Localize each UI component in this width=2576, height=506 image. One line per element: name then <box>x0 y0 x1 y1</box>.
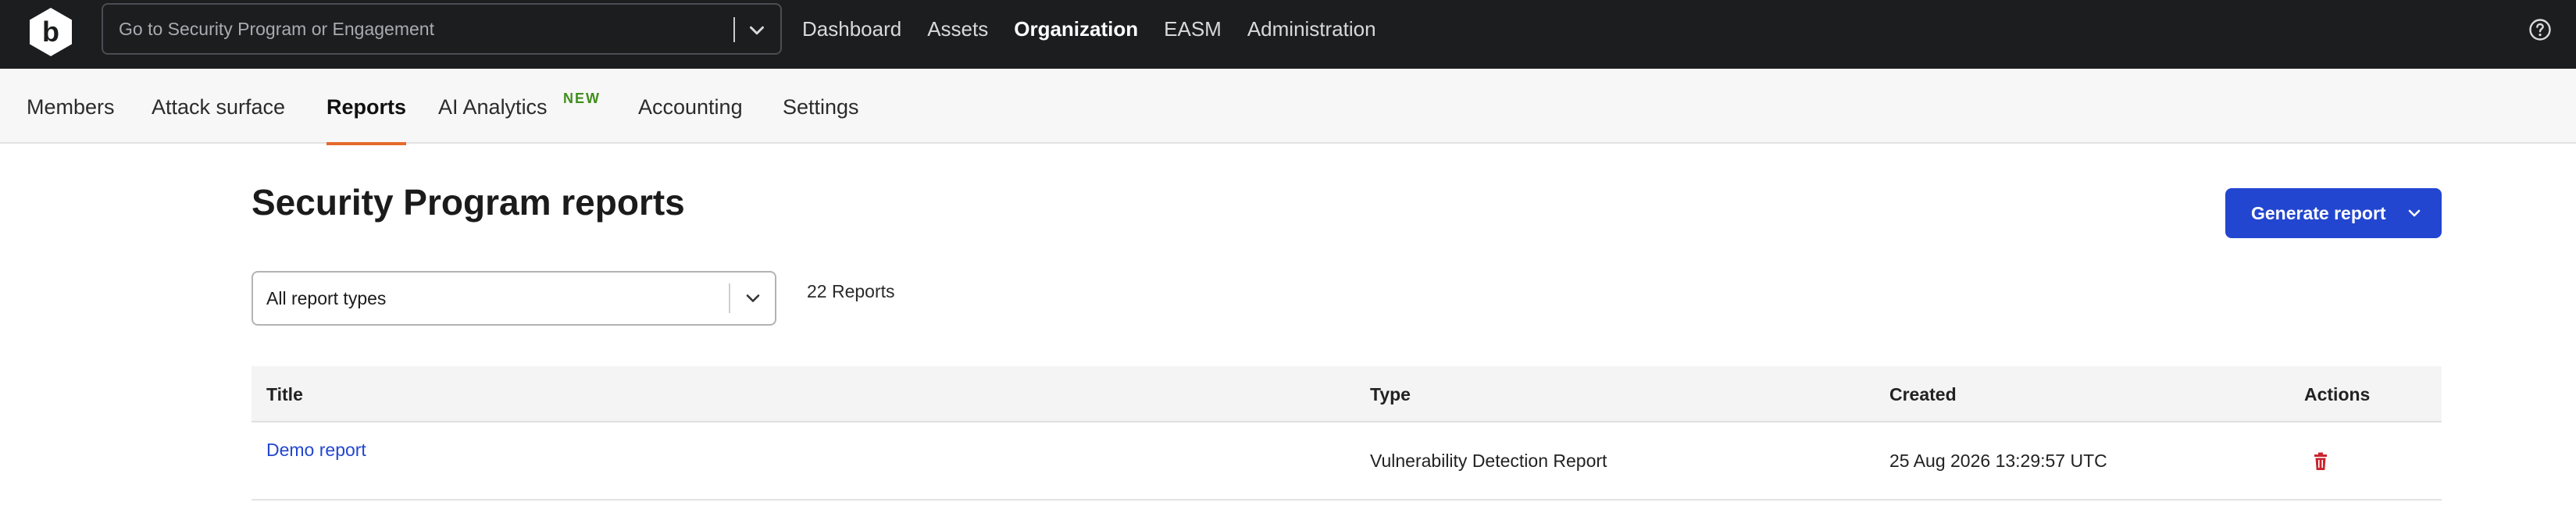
table-row: Demo report Vulnerability Detection Repo… <box>252 422 2442 501</box>
column-header-title[interactable]: Title <box>266 366 303 422</box>
nav-item-easm[interactable]: EASM <box>1164 17 1222 41</box>
bugcrowd-logo-icon[interactable]: b <box>25 6 77 58</box>
chevron-down-icon[interactable] <box>745 19 769 42</box>
search-divider <box>733 17 735 42</box>
tab-reports[interactable]: Reports <box>326 69 407 145</box>
tab-attack-surface[interactable]: Attack surface <box>152 69 285 144</box>
report-created-cell: 25 Aug 2026 13:29:57 UTC <box>1889 451 2107 471</box>
organization-tabs: Members Attack surface Reports AI Analyt… <box>0 69 2576 145</box>
report-title-link[interactable]: Demo report <box>266 440 366 461</box>
tab-ai-analytics[interactable]: AI Analytics <box>438 69 548 144</box>
search-placeholder: Go to Security Program or Engagement <box>119 19 434 39</box>
generate-report-label: Generate report <box>2251 203 2386 223</box>
nav-item-assets[interactable]: Assets <box>927 17 988 41</box>
report-type-select[interactable]: All report types <box>252 271 776 326</box>
report-type-value: All report types <box>266 288 387 308</box>
nav-item-dashboard[interactable]: Dashboard <box>802 17 901 41</box>
nav-item-administration[interactable]: Administration <box>1247 17 1376 41</box>
new-badge: NEW <box>563 91 601 106</box>
chevron-down-icon <box>2408 209 2421 217</box>
generate-report-button[interactable]: Generate report <box>2225 188 2442 238</box>
tab-members[interactable]: Members <box>27 69 115 144</box>
chevron-down-icon <box>746 294 760 302</box>
column-header-type[interactable]: Type <box>1370 366 1411 422</box>
report-count: 22 Reports <box>807 281 895 301</box>
main-nav: Dashboard Assets Organization EASM Admin… <box>802 0 1402 58</box>
report-type-cell: Vulnerability Detection Report <box>1370 451 1607 471</box>
trash-icon[interactable] <box>2313 452 2328 471</box>
table-header: Title Type Created Actions <box>252 366 2442 422</box>
tab-accounting[interactable]: Accounting <box>638 69 743 144</box>
nav-item-organization[interactable]: Organization <box>1014 17 1138 41</box>
top-bar: b Go to Security Program or Engagement D… <box>0 0 2576 69</box>
question-circle-icon[interactable] <box>2528 17 2553 42</box>
select-divider <box>729 283 730 313</box>
tab-settings[interactable]: Settings <box>783 69 859 144</box>
svg-text:b: b <box>42 16 59 48</box>
column-header-actions: Actions <box>2304 384 2371 404</box>
page-title: Security Program reports <box>252 182 685 223</box>
search-input[interactable]: Go to Security Program or Engagement <box>102 3 782 55</box>
column-header-created[interactable]: Created <box>1889 366 1957 422</box>
